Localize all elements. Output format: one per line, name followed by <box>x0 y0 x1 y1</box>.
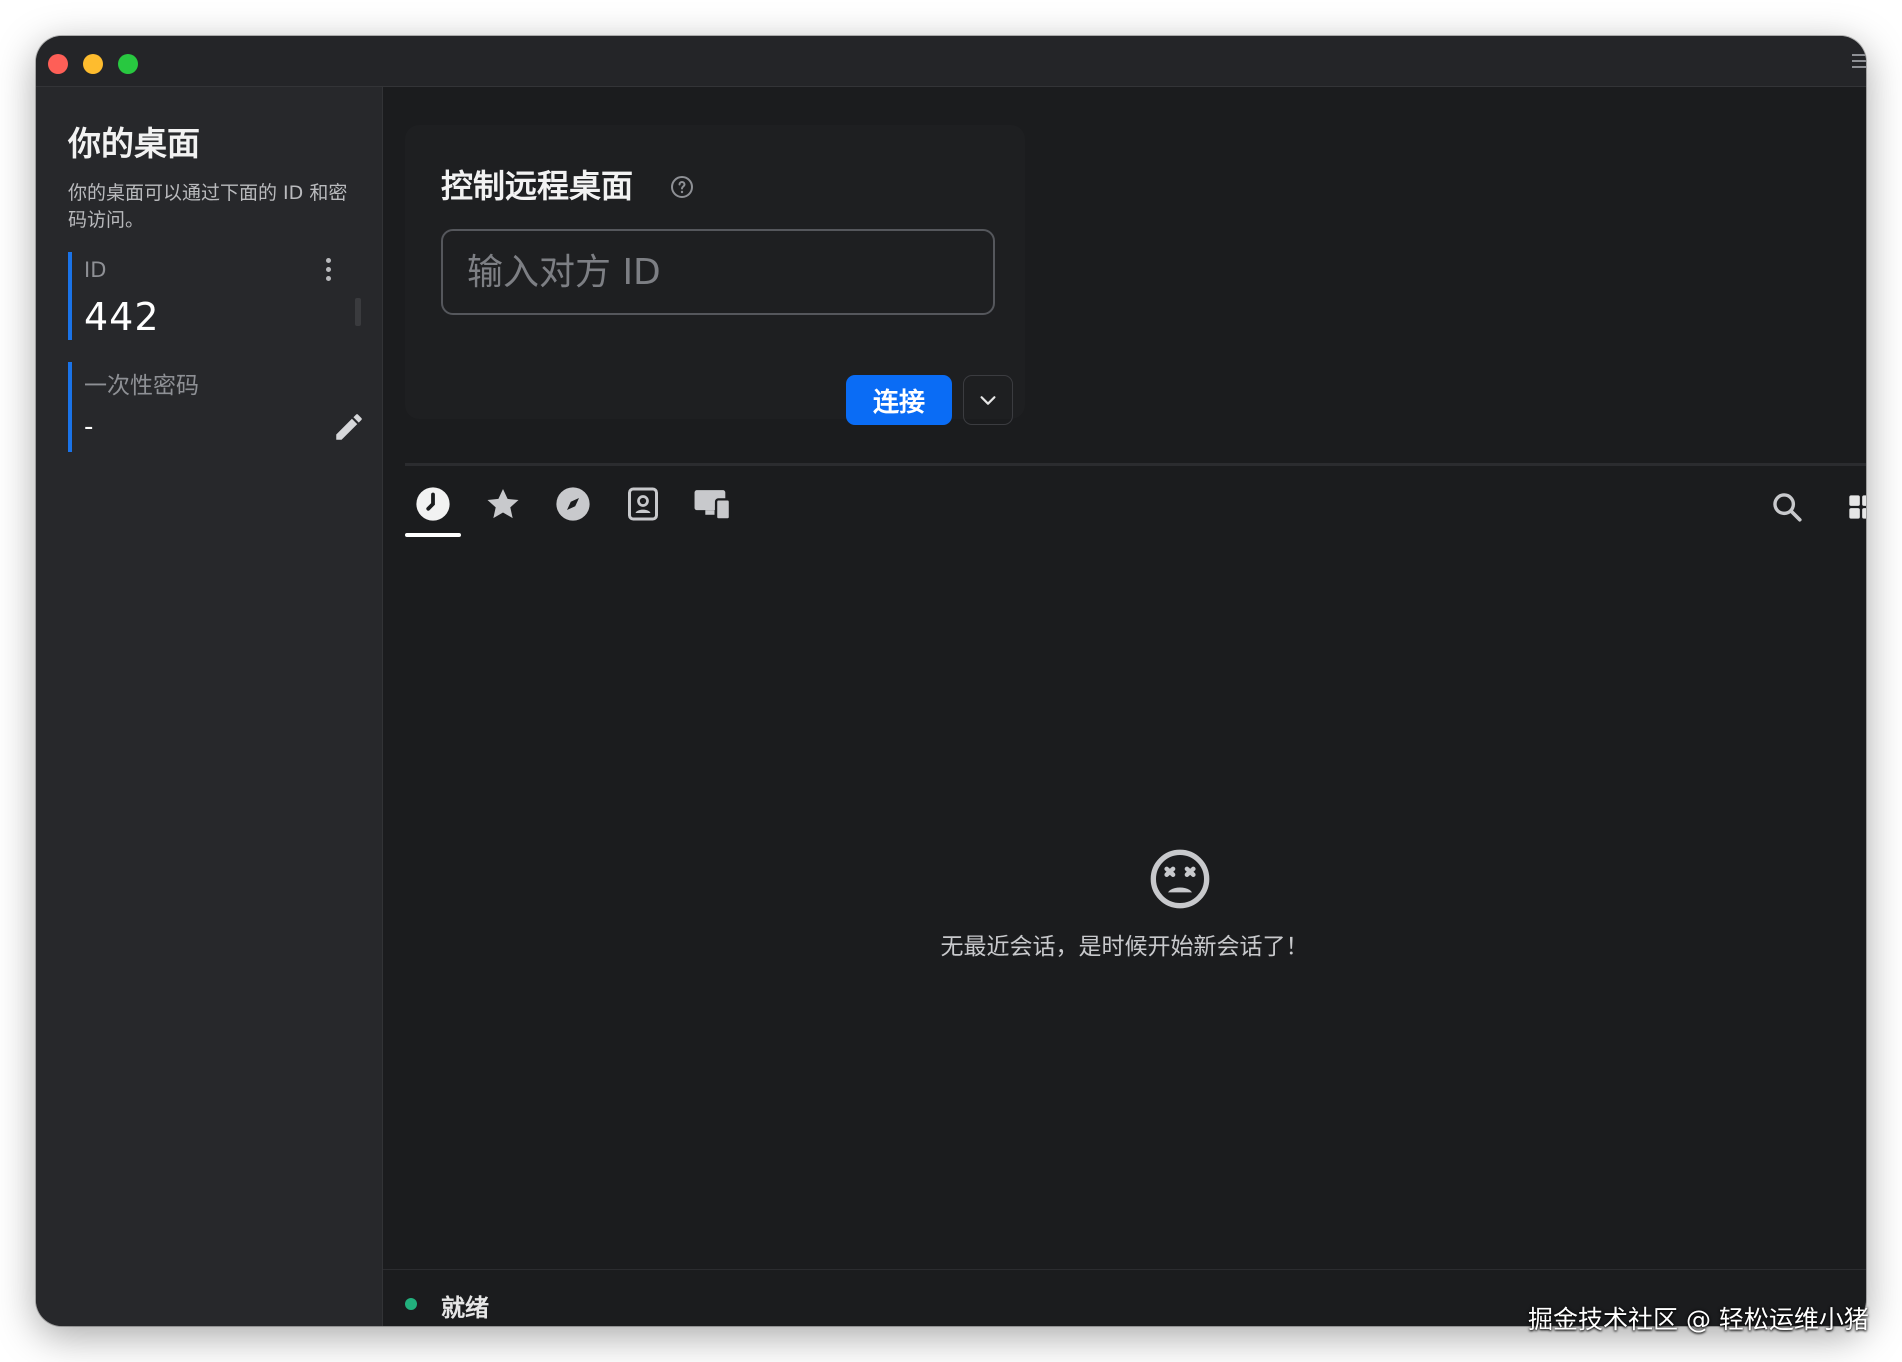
search-button[interactable] <box>1767 487 1807 527</box>
title-bar <box>36 36 1866 87</box>
empty-state-message: 无最近会话，是时候开始新会话了！ <box>940 934 1309 960</box>
compass-icon <box>556 487 590 521</box>
password-value: - <box>84 412 94 442</box>
zoom-window-button[interactable] <box>118 54 138 74</box>
contact-icon <box>628 487 658 521</box>
grid-view-icon <box>1849 495 1866 519</box>
tab-address-book[interactable] <box>615 485 671 535</box>
connect-title: 控制远程桌面 <box>441 167 634 205</box>
sad-face-icon <box>1148 847 1212 911</box>
main-panel: 控制远程桌面 连接 <box>383 87 1866 1326</box>
id-accent-bar <box>68 252 72 340</box>
minimize-window-button[interactable] <box>83 54 103 74</box>
connect-card: 控制远程桌面 连接 <box>405 125 1025 425</box>
status-text: 就绪 <box>441 1294 489 1322</box>
menu-icon[interactable] <box>1852 54 1866 72</box>
more-options-icon[interactable] <box>326 258 332 284</box>
help-icon[interactable] <box>670 175 694 199</box>
id-section: ID 442 <box>68 252 368 342</box>
devices-icon <box>694 490 732 521</box>
connect-button[interactable]: 连接 <box>846 375 952 425</box>
tab-recent[interactable] <box>405 485 461 537</box>
close-window-button[interactable] <box>48 54 68 74</box>
star-icon <box>487 488 519 519</box>
sidebar-description: 你的桌面可以通过下面的 ID 和密码访问。 <box>68 182 348 231</box>
watermark-text: 掘金技术社区 @ 轻松运维小猪 <box>1528 1305 1869 1334</box>
sidebar-title: 你的桌面 <box>68 124 200 163</box>
connect-options-button[interactable] <box>963 375 1013 425</box>
status-indicator <box>405 1298 417 1310</box>
chevron-down-icon <box>980 396 996 405</box>
tab-favorites[interactable] <box>475 485 531 535</box>
id-scrollbar <box>355 298 361 326</box>
view-toggle-button[interactable] <box>1841 487 1866 527</box>
clock-icon <box>416 487 450 521</box>
password-label: 一次性密码 <box>84 373 199 399</box>
password-accent-bar <box>68 362 72 452</box>
password-section: 一次性密码 - <box>68 362 368 454</box>
tab-discovered[interactable] <box>545 485 601 535</box>
remote-id-input[interactable] <box>441 229 995 315</box>
edit-password-icon[interactable] <box>332 410 366 444</box>
id-label: ID <box>84 258 107 282</box>
search-icon <box>1773 493 1802 522</box>
peer-tabs <box>405 475 1866 545</box>
tab-devices[interactable] <box>685 485 741 535</box>
app-window: 你的桌面 你的桌面可以通过下面的 ID 和密码访问。 ID 442 一次性密码 … <box>36 36 1866 1326</box>
sidebar: 你的桌面 你的桌面可以通过下面的 ID 和密码访问。 ID 442 一次性密码 … <box>36 87 383 1326</box>
id-value[interactable]: 442 <box>84 295 160 339</box>
section-divider <box>405 463 1866 466</box>
